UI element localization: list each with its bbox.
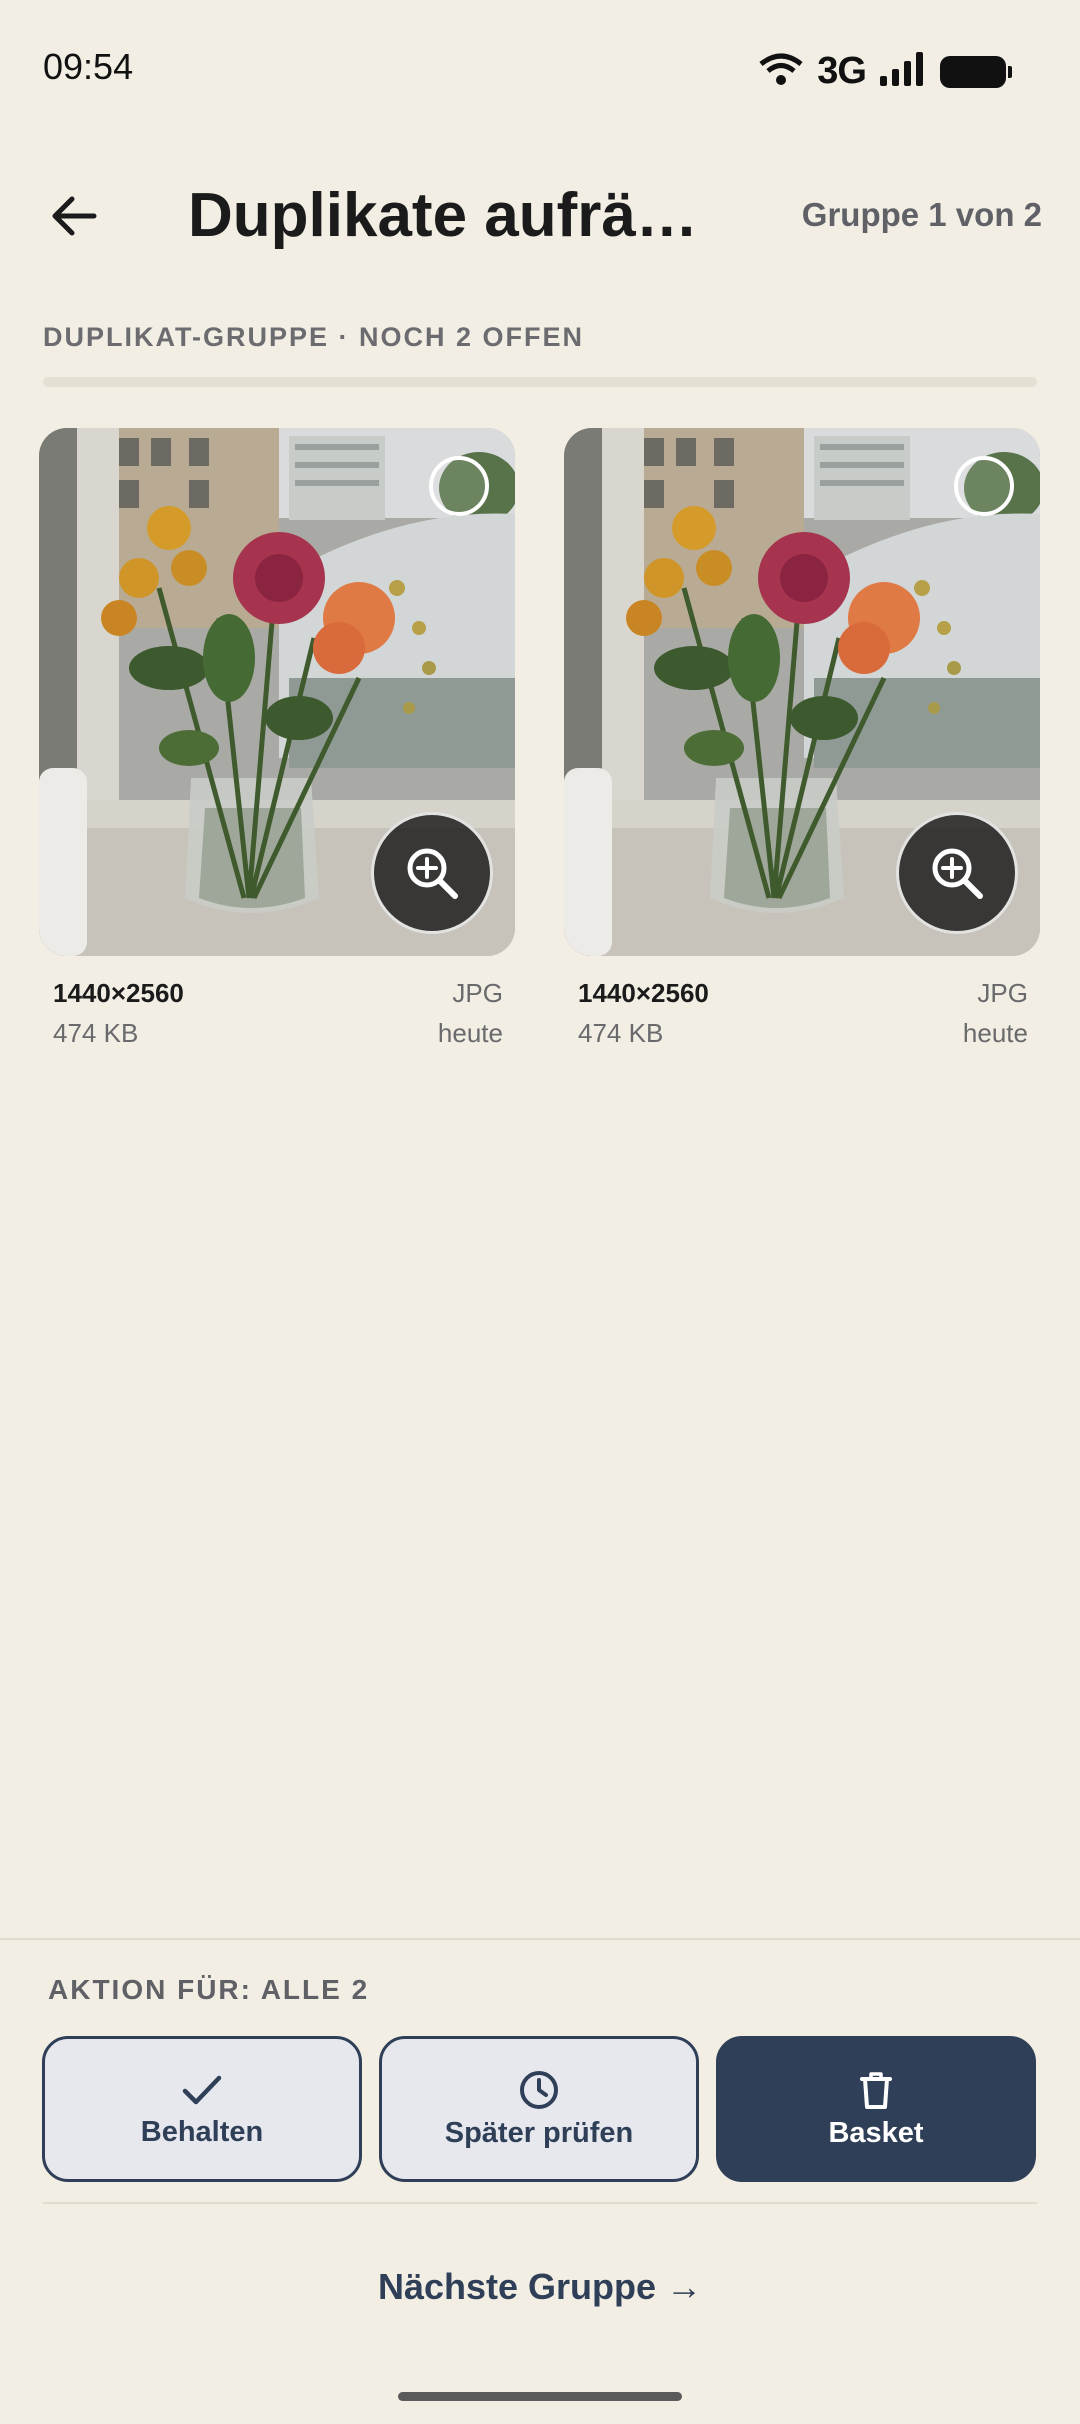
wifi-icon bbox=[759, 52, 803, 91]
next-group-link[interactable]: Nächste Gruppe → bbox=[0, 2266, 1080, 2308]
photo-meta: 1440×2560 474 KB JPG heute bbox=[564, 978, 1040, 1068]
zoom-button[interactable] bbox=[371, 812, 493, 934]
zoom-in-icon bbox=[932, 848, 983, 899]
photo-file-size: 474 KB bbox=[578, 1018, 664, 1048]
network-type: 3G bbox=[817, 50, 867, 92]
page-title: Duplikate aufräu… bbox=[188, 181, 708, 250]
status-time: 09:54 bbox=[43, 46, 134, 87]
photo-file-type: JPG bbox=[452, 978, 503, 1008]
keep-button-label: Behalten bbox=[140, 2115, 264, 2148]
basket-button-label: Basket bbox=[828, 2116, 924, 2149]
basket-button[interactable]: Basket bbox=[716, 2036, 1036, 2182]
status-bar: 09:54 3G bbox=[0, 0, 1080, 140]
photo-thumbnail[interactable] bbox=[564, 428, 1040, 956]
zoom-in-icon bbox=[407, 848, 458, 899]
keep-button[interactable]: Behalten bbox=[42, 2036, 362, 2182]
review-later-button-label: Später prüfen bbox=[444, 2116, 634, 2149]
battery-icon bbox=[940, 55, 1012, 88]
photo-card[interactable]: 1440×2560 474 KB JPG heute bbox=[39, 428, 515, 1068]
trash-icon bbox=[860, 2071, 892, 2109]
divider bbox=[43, 2202, 1037, 2204]
action-panel: AKTION FÜR: ALLE 2 Behalten Später prüfe… bbox=[0, 1938, 1080, 2424]
clock-icon bbox=[520, 2070, 558, 2109]
photo-file-type: JPG bbox=[977, 978, 1028, 1008]
checkmark-icon bbox=[182, 2075, 222, 2104]
zoom-button[interactable] bbox=[896, 812, 1018, 934]
group-section-label: DUPLIKAT-GRUPPE · NOCH 2 OFFEN bbox=[43, 322, 585, 352]
back-button[interactable] bbox=[38, 180, 110, 252]
action-scope-label: AKTION FÜR: ALLE 2 bbox=[48, 1974, 370, 2005]
status-icons: 3G bbox=[759, 50, 1012, 93]
photo-meta: 1440×2560 474 KB JPG heute bbox=[39, 978, 515, 1068]
photo-date: heute bbox=[962, 1018, 1028, 1048]
photo-thumbnail[interactable] bbox=[39, 428, 515, 956]
photo-card[interactable]: 1440×2560 474 KB JPG heute bbox=[564, 428, 1040, 1068]
group-progress-bar bbox=[43, 377, 1037, 387]
select-checkbox[interactable] bbox=[954, 456, 1014, 516]
home-indicator[interactable] bbox=[398, 2392, 682, 2401]
arrow-left-icon bbox=[52, 196, 97, 236]
signal-icon bbox=[880, 52, 926, 91]
photo-file-size: 474 KB bbox=[53, 1018, 139, 1048]
photo-date: heute bbox=[437, 1018, 503, 1048]
group-counter: Gruppe 1 von 2 bbox=[801, 196, 1042, 233]
photo-resolution: 1440×2560 bbox=[578, 978, 709, 1008]
select-checkbox[interactable] bbox=[429, 456, 489, 516]
review-later-button[interactable]: Später prüfen bbox=[379, 2036, 699, 2182]
duplicate-cleanup-screen: 09:54 3G Duplikate aufräu… Gruppe 1 von … bbox=[0, 0, 1080, 2424]
photo-resolution: 1440×2560 bbox=[53, 978, 184, 1008]
